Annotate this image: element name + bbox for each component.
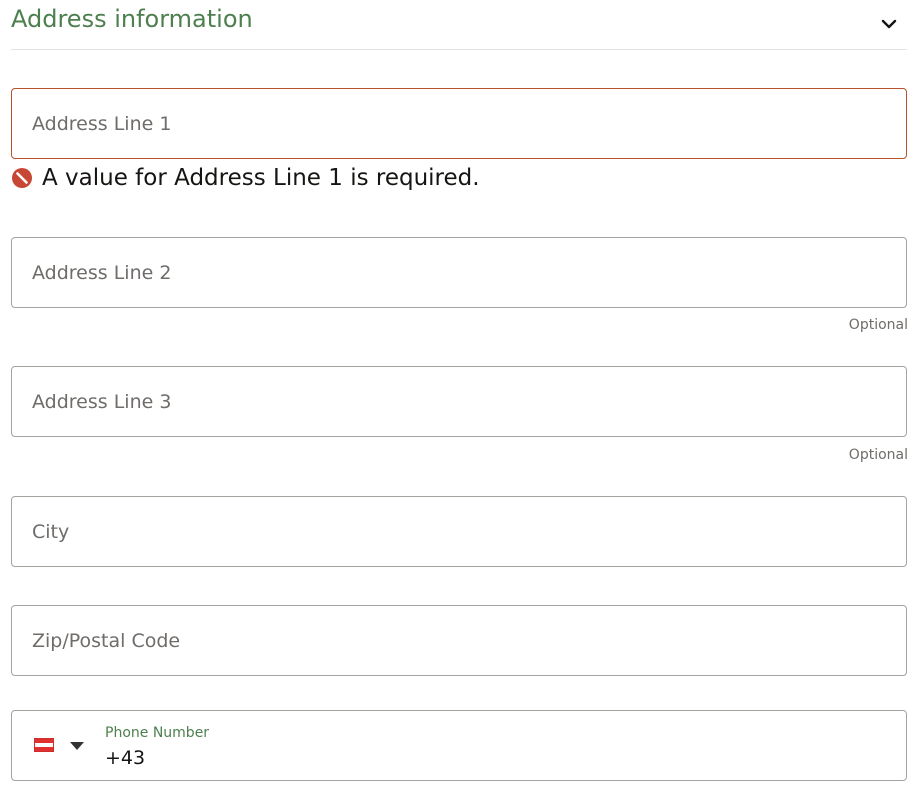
chevron-down-icon[interactable] <box>879 17 899 31</box>
address-line-1-error: A value for Address Line 1 is required. <box>11 164 480 192</box>
address-line-3-placeholder: Address Line 3 <box>32 390 172 413</box>
city-field[interactable]: City <box>11 496 907 567</box>
address-line-2-field[interactable]: Address Line 2 <box>11 237 907 308</box>
address-line-1-placeholder: Address Line 1 <box>32 112 172 135</box>
section-divider <box>11 49 907 50</box>
error-icon <box>12 168 32 188</box>
zip-postal-code-field[interactable]: Zip/Postal Code <box>11 605 907 676</box>
address-line-3-field[interactable]: Address Line 3 <box>11 366 907 437</box>
address-line-3-optional-hint: Optional <box>848 447 908 463</box>
address-line-2-optional-hint: Optional <box>848 317 908 333</box>
phone-number-label: Phone Number <box>105 725 210 741</box>
country-code-selector[interactable] <box>34 738 90 758</box>
caret-down-icon <box>70 742 84 750</box>
phone-number-field[interactable]: Phone Number +43 <box>11 710 907 781</box>
city-placeholder: City <box>32 520 70 543</box>
address-line-1-field[interactable]: Address Line 1 <box>11 88 907 159</box>
error-message: A value for Address Line 1 is required. <box>42 165 480 191</box>
phone-number-value: +43 <box>105 747 146 769</box>
address-line-2-placeholder: Address Line 2 <box>32 261 172 284</box>
section-title: Address information <box>11 5 253 33</box>
zip-postal-code-placeholder: Zip/Postal Code <box>32 629 181 652</box>
austria-flag-icon <box>34 738 54 752</box>
